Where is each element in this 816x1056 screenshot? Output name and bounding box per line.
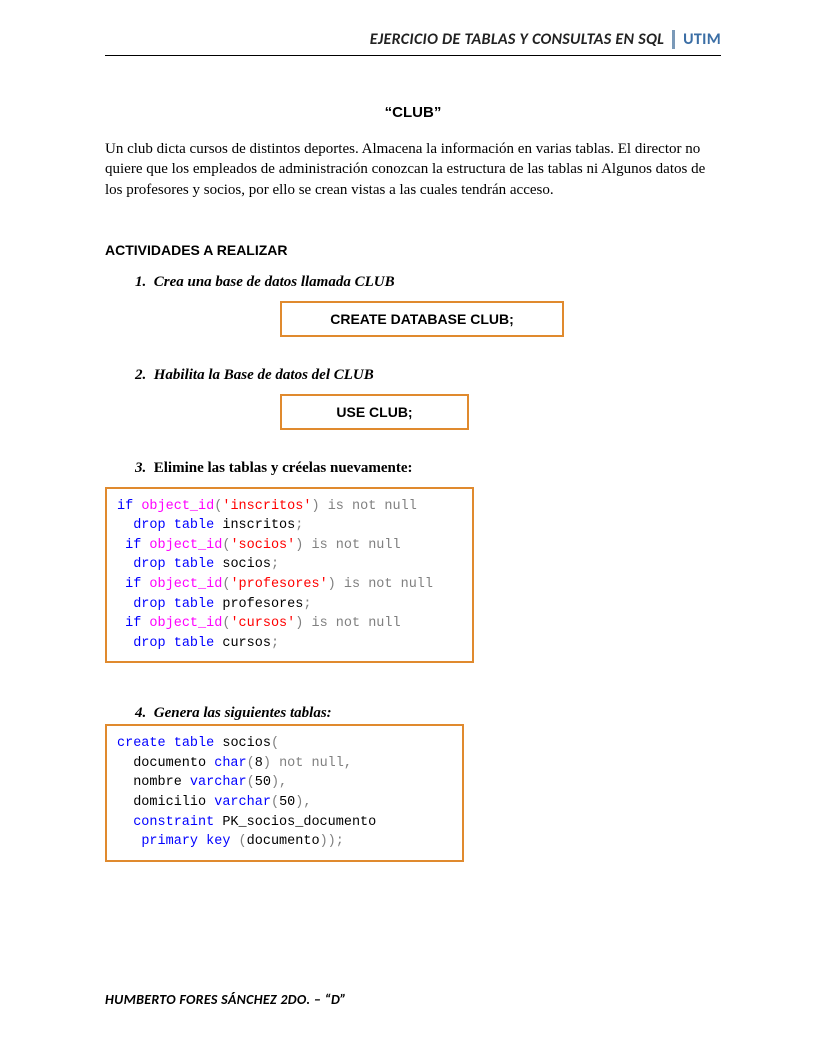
step-3: 3. Elimine las tablas y créelas nuevamen…	[105, 460, 721, 664]
step-4-title: Genera las siguientes tablas:	[154, 705, 332, 721]
step-1-title: Crea una base de datos llamada CLUB	[154, 274, 395, 290]
step-2-command-box: USE CLUB;	[280, 394, 469, 430]
step-4-code-box: create table socios( documento char(8) n…	[105, 724, 464, 861]
step-4-number: 4.	[135, 705, 146, 721]
step-3-title: Elimine las tablas y créelas nuevamente:	[154, 460, 413, 476]
step-2-title: Habilita la Base de datos del CLUB	[154, 367, 374, 383]
page-footer: HUMBERTO FORES SÁNCHEZ 2DO. – “D”	[105, 991, 346, 1008]
header-right-text: UTIM	[675, 30, 721, 49]
step-2: 2. Habilita la Base de datos del CLUB US…	[105, 367, 721, 430]
step-1-number: 1.	[135, 274, 146, 290]
page-header: EJERCICIO DE TABLAS Y CONSULTAS EN SQLUT…	[105, 30, 721, 51]
header-divider	[105, 55, 721, 56]
intro-paragraph: Un club dicta cursos de distintos deport…	[105, 139, 721, 200]
step-1-command-box: CREATE DATABASE CLUB;	[280, 301, 564, 337]
header-left-text: EJERCICIO DE TABLAS Y CONSULTAS EN SQL	[370, 30, 675, 49]
step-4: 4. Genera las siguientes tablas: create …	[105, 705, 721, 861]
step-3-code-box: if object_id('inscritos') is not null dr…	[105, 487, 474, 664]
step-3-number: 3.	[135, 460, 146, 476]
step-1: 1. Crea una base de datos llamada CLUB C…	[105, 274, 721, 337]
document-title: “CLUB”	[105, 104, 721, 121]
activities-heading: ACTIVIDADES A REALIZAR	[105, 242, 721, 258]
step-2-number: 2.	[135, 367, 146, 383]
